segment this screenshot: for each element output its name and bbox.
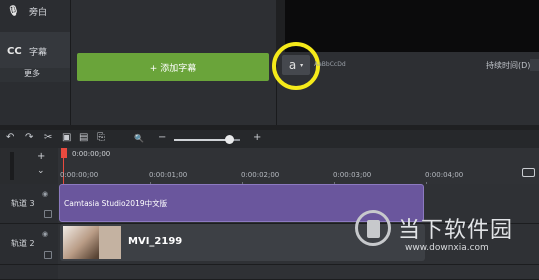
cut-icon[interactable]: ✂	[44, 132, 52, 143]
font-preview-label: AaBbCcDd	[314, 61, 346, 68]
duration-field[interactable]	[530, 59, 539, 71]
track-name: 轨道 3	[11, 199, 35, 208]
canvas-preview[interactable]	[285, 0, 539, 52]
video-clip-label: MVI_2199	[128, 236, 183, 247]
zoom-out-icon[interactable]: −	[158, 132, 166, 143]
highlight-circle	[272, 42, 320, 90]
ruler-tick: 0:00:04;00	[425, 171, 464, 179]
search-icon[interactable]: 🔍	[134, 134, 144, 143]
add-caption-button[interactable]: + 添加字幕	[77, 53, 269, 81]
duration-label: 持续时间(D):	[486, 61, 534, 70]
track-header[interactable]	[0, 265, 58, 280]
timeline-ruler[interactable]	[58, 148, 539, 184]
more-button[interactable]: 更多	[0, 68, 70, 82]
watermark-logo	[355, 210, 391, 246]
ruler-tick: 0:00:02;00	[241, 171, 280, 179]
playhead-handle[interactable]	[61, 148, 67, 158]
track-header[interactable]: 轨道 3 ◉	[0, 184, 58, 224]
add-track-icon[interactable]: +	[37, 151, 45, 162]
tool-narration-label: 旁白	[29, 7, 48, 18]
eye-icon[interactable]: ◉	[42, 190, 48, 198]
watermark-url: www.downxia.com	[405, 243, 489, 253]
timeline-zoom-fit-icon[interactable]	[522, 168, 535, 177]
ruler-tick: 0:00:01;00	[149, 171, 188, 179]
playhead-time: 0:00:00;00	[72, 150, 111, 158]
track-height-handle[interactable]	[10, 152, 14, 180]
zoom-slider-handle[interactable]	[225, 135, 234, 144]
caption-clip-label: Camtasia Studio2019中文版	[64, 199, 168, 208]
collapse-track-icon[interactable]: ⌄	[37, 166, 45, 176]
track-header[interactable]: 轨道 2 ◉	[0, 224, 58, 265]
paste-icon[interactable]: ▤	[79, 132, 88, 143]
watermark-text: 当下软件园	[398, 218, 514, 243]
eye-icon[interactable]: ◉	[42, 230, 48, 238]
zoom-slider-fill	[174, 139, 230, 141]
tool-captions-label: 字幕	[29, 47, 48, 58]
ruler-tick: 0:00:00;00	[60, 171, 99, 179]
track-lane[interactable]	[58, 265, 539, 280]
captions-icon: CC	[7, 45, 22, 57]
lock-icon[interactable]	[44, 251, 52, 259]
lock-icon[interactable]	[44, 210, 52, 218]
tools-panel: 🎙 旁白 CC 字幕 更多	[0, 0, 71, 125]
redo-icon[interactable]: ↷	[25, 132, 33, 143]
tool-narration[interactable]: 🎙 旁白	[0, 0, 70, 30]
video-thumbnail-frame	[99, 226, 121, 259]
undo-icon[interactable]: ↶	[6, 132, 14, 143]
copy-icon[interactable]: ▣	[62, 132, 71, 143]
track-name: 轨道 2	[11, 239, 35, 248]
tool-captions[interactable]: CC 字幕	[0, 32, 70, 70]
split-icon[interactable]: ⎘	[97, 132, 105, 143]
zoom-in-icon[interactable]: +	[253, 132, 261, 143]
timeline-toolbar: ↶ ↷ ✂ ▣ ▤ ⎘ 🔍 − +	[0, 130, 539, 148]
microphone-icon: 🎙	[7, 5, 20, 17]
ruler-tick: 0:00:03;00	[333, 171, 372, 179]
